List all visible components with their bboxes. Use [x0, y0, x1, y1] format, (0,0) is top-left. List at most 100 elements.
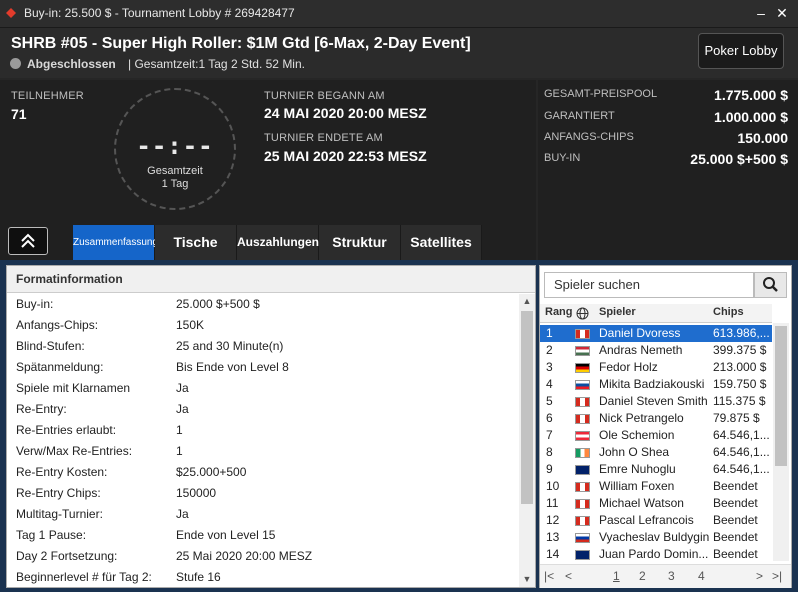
prize-label: GESAMT-PREISPOOL [544, 88, 658, 100]
page-3[interactable]: 3 [668, 569, 675, 583]
player-chips: Beendet [713, 530, 758, 544]
format-row-value: $25.000+500 [176, 465, 247, 479]
player-name: Michael Watson [599, 496, 684, 510]
player-row[interactable]: 13 Vyacheslav Buldygin Beendet [540, 529, 772, 546]
ended-label: TURNIER ENDETE AM [264, 132, 383, 144]
flag-icon [575, 550, 590, 560]
search-button[interactable] [754, 272, 787, 298]
flag-icon [575, 380, 590, 390]
player-chips: 613.986,... [713, 326, 770, 340]
player-name: Mikita Badziakouski [599, 377, 705, 391]
chevron-up-icon [21, 233, 35, 248]
clock-digits: --:-- [136, 132, 214, 160]
next-page-icon[interactable]: > [756, 569, 763, 583]
format-row-label: Re-Entry: [16, 402, 67, 416]
player-rank: 9 [546, 462, 553, 476]
scroll-up-icon[interactable]: ▲ [521, 296, 533, 308]
player-row[interactable]: 7 Ole Schemion 64.546,1... [540, 427, 772, 444]
format-row-label: Beginnerlevel # für Tag 2: [16, 570, 152, 584]
col-chips[interactable]: Chips [713, 306, 744, 318]
player-row[interactable]: 9 Emre Nuhoglu 64.546,1... [540, 461, 772, 478]
player-chips: 64.546,1... [713, 462, 770, 476]
buyin-value: 25.000 $+500 $ [690, 151, 788, 167]
player-row[interactable]: 6 Nick Petrangelo 79.875 $ [540, 410, 772, 427]
close-button[interactable]: ✕ [773, 4, 791, 22]
page-4[interactable]: 4 [698, 569, 705, 583]
player-rank: 11 [546, 496, 559, 510]
poker-lobby-button[interactable]: Poker Lobby [698, 33, 784, 69]
scroll-down-icon[interactable]: ▼ [521, 574, 533, 586]
player-name: Emre Nuhoglu [599, 462, 676, 476]
page-1[interactable]: 1 [613, 569, 620, 583]
collapse-button[interactable] [8, 227, 48, 255]
player-row[interactable]: 11 Michael Watson Beendet [540, 495, 772, 512]
pagination [540, 564, 791, 588]
player-row[interactable]: 1 Daniel Dvoress 613.986,... [540, 325, 772, 342]
player-chips: 64.546,1... [713, 428, 770, 442]
clock-label: Gesamtzeit [147, 165, 203, 177]
format-row-label: Re-Entries erlaubt: [16, 423, 117, 437]
player-name: Nick Petrangelo [599, 411, 684, 425]
tournament-header: SHRB #05 - Super High Roller: $1M Gtd [6… [0, 28, 798, 78]
player-row[interactable]: 5 Daniel Steven Smith 115.375 $ [540, 393, 772, 410]
tab-payouts[interactable]: Auszahlungen [237, 225, 319, 260]
player-row[interactable]: 8 John O Shea 64.546,1... [540, 444, 772, 461]
flag-icon [575, 431, 590, 441]
player-chips: 159.750 $ [713, 377, 767, 391]
tab-structure[interactable]: Struktur [319, 225, 401, 260]
globe-icon[interactable] [576, 307, 589, 320]
player-rank: 14 [546, 547, 560, 561]
format-row-value: 1 [176, 423, 183, 437]
prev-page-icon[interactable]: < [565, 569, 572, 583]
buyin-label: BUY-IN [544, 152, 581, 164]
format-scroll-thumb[interactable] [521, 311, 533, 504]
player-row[interactable]: 3 Fedor Holz 213.000 $ [540, 359, 772, 376]
tab-tables[interactable]: Tische [155, 225, 237, 260]
first-page-icon[interactable]: |< [544, 569, 554, 583]
format-row-value: 25.000 $+500 $ [176, 297, 260, 311]
guaranteed-label: GARANTIERT [544, 110, 615, 122]
player-name: Pascal Lefrancois [599, 513, 694, 527]
page-2[interactable]: 2 [639, 569, 646, 583]
player-scroll-thumb[interactable] [775, 326, 787, 466]
format-row-label: Anfangs-Chips: [16, 318, 99, 332]
player-row[interactable]: 10 William Foxen Beendet [540, 478, 772, 495]
flag-icon [575, 414, 590, 424]
format-row-value: 150K [176, 318, 205, 332]
player-row[interactable]: 14 Juan Pardo Domin... Beendet [540, 546, 772, 563]
player-rank: 7 [546, 428, 553, 442]
player-name: Vyacheslav Buldygin [599, 530, 710, 544]
minimize-button[interactable]: – [752, 4, 770, 22]
player-name: Daniel Steven Smith [599, 394, 708, 408]
player-name: Daniel Dvoress [599, 326, 681, 340]
player-chips: Beendet [713, 513, 758, 527]
format-row-label: Blind-Stufen: [16, 339, 85, 353]
format-row-value: Ja [176, 381, 189, 395]
player-row[interactable]: 2 Andras Nemeth 399.375 $ [540, 342, 772, 359]
pokerstars-logo-icon [6, 8, 16, 18]
player-search-input[interactable]: Spieler suchen [544, 272, 754, 298]
guaranteed-value: 1.000.000 $ [714, 109, 788, 125]
col-rank[interactable]: Rang [545, 306, 573, 318]
player-name: Andras Nemeth [599, 343, 683, 357]
player-rank: 1 [546, 326, 553, 340]
prize-value: 1.775.000 $ [714, 87, 788, 103]
last-page-icon[interactable]: >| [772, 569, 782, 583]
clock-sublabel: 1 Tag [161, 178, 189, 190]
format-row-label: Multitag-Turnier: [16, 507, 103, 521]
col-player[interactable]: Spieler [599, 306, 636, 318]
ended-value: 25 MAI 2020 22:53 MESZ [264, 148, 427, 164]
player-name: William Foxen [599, 479, 675, 493]
tab-summary[interactable]: Zusammenfassung [73, 225, 158, 260]
player-name: John O Shea [599, 445, 670, 459]
player-name: Fedor Holz [599, 360, 658, 374]
player-row[interactable]: 12 Pascal Lefrancois Beendet [540, 512, 772, 529]
participants-value: 71 [11, 106, 27, 122]
format-row-label: Buy-in: [16, 297, 54, 311]
began-value: 24 MAI 2020 20:00 MESZ [264, 105, 427, 121]
prize-panel [538, 80, 798, 260]
player-chips: 64.546,1... [713, 445, 770, 459]
player-row[interactable]: 4 Mikita Badziakouski 159.750 $ [540, 376, 772, 393]
tab-satellites[interactable]: Satellites [401, 225, 482, 260]
player-chips: 399.375 $ [713, 343, 767, 357]
